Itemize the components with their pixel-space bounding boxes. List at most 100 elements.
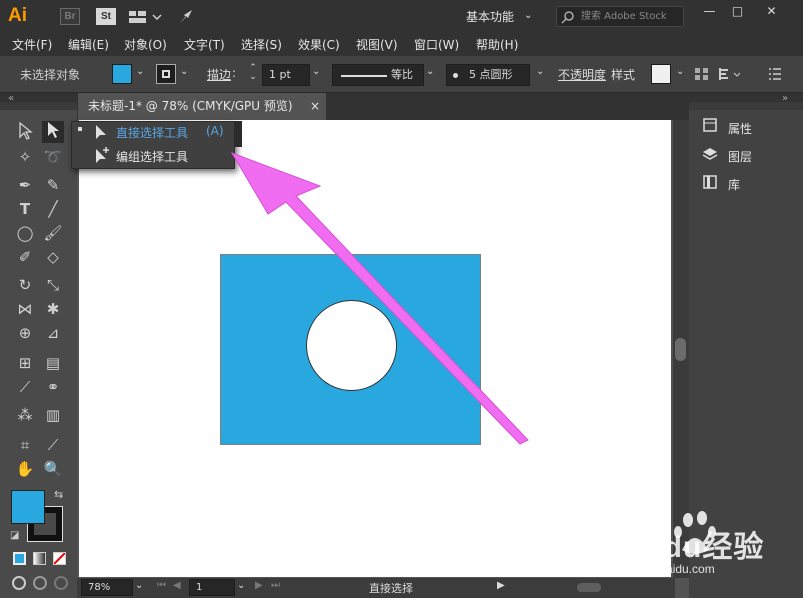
chevron-down-icon[interactable]: ⌄ — [135, 580, 143, 591]
menu-window[interactable]: 窗口(W) — [414, 36, 459, 53]
minimize-button[interactable]: — — [694, 3, 725, 19]
chevron-down-icon[interactable]: ⌄ — [536, 66, 544, 77]
brush-definition[interactable]: 5 点圆形 — [446, 64, 530, 86]
gradient-mode-icon[interactable] — [33, 552, 46, 565]
menu-edit[interactable]: 编辑(E) — [68, 36, 109, 53]
symbol-sprayer-icon[interactable]: ⁂ — [14, 404, 36, 426]
chevron-down-icon[interactable]: ⌄ — [524, 10, 532, 21]
bridge-button[interactable]: Br — [60, 8, 80, 25]
eyedropper-icon[interactable]: ⟋ — [14, 376, 36, 398]
panel-menu-icon[interactable] — [768, 66, 782, 82]
document-tab[interactable]: 未标题-1* @ 78% (CMYK/GPU 预览) × — [78, 93, 326, 120]
artboard-number-field[interactable]: 1 — [189, 579, 235, 596]
chevron-down-icon[interactable]: ⌄ — [180, 66, 188, 77]
chevron-down-icon[interactable]: ⌄ — [676, 66, 684, 77]
slice-tool-icon[interactable]: ⟋ — [42, 434, 64, 456]
selection-tool-icon[interactable] — [14, 121, 36, 144]
lasso-icon[interactable]: ➰ — [42, 146, 64, 168]
flyout-direct-selection[interactable]: 直接选择工具 — [116, 124, 188, 141]
maximize-button[interactable]: □ — [722, 3, 753, 19]
zoom-tool-icon[interactable]: 🔍 — [42, 458, 64, 480]
magic-wand-icon[interactable]: ✧ — [14, 146, 36, 168]
flyout-shortcut: (A) — [206, 124, 224, 138]
gpu-performance-icon[interactable] — [177, 7, 197, 27]
shaper-tool-icon[interactable]: ✐ — [14, 246, 36, 268]
properties-panel-tab[interactable]: 属性 — [728, 120, 752, 137]
draw-inside-icon[interactable] — [54, 576, 68, 590]
menu-file[interactable]: 文件(F) — [12, 36, 52, 53]
variable-width-profile[interactable]: 等比 — [332, 64, 424, 86]
workspace-switcher[interactable]: 基本功能 — [466, 8, 514, 25]
none-mode-icon[interactable] — [53, 552, 66, 565]
chevron-down-icon[interactable]: ⌄ — [312, 66, 320, 77]
type-tool-icon[interactable]: T — [14, 198, 36, 220]
close-tab-button[interactable]: × — [310, 93, 320, 120]
chevron-down-icon[interactable]: ⌄ — [426, 66, 434, 77]
close-window-button[interactable]: ✕ — [756, 3, 787, 19]
gradient-tool-icon[interactable]: ▤ — [42, 352, 64, 374]
menu-help[interactable]: 帮助(H) — [476, 36, 518, 53]
scrollbar-thumb[interactable] — [675, 338, 686, 361]
last-artboard-icon[interactable]: ⏭ — [271, 580, 280, 591]
document-tab-title: 未标题-1* @ 78% (CMYK/GPU 预览) — [88, 99, 293, 113]
graphic-style-swatch[interactable] — [651, 64, 671, 84]
opacity-label[interactable]: 不透明度 — [558, 66, 606, 83]
white-circle[interactable] — [306, 300, 397, 391]
scale-tool-icon[interactable]: ⤡ — [42, 274, 64, 296]
menu-view[interactable]: 视图(V) — [356, 36, 398, 53]
chevron-down-icon[interactable]: ⌄ — [136, 66, 144, 77]
perspective-grid-icon[interactable]: ⊿ — [42, 322, 64, 344]
menu-object[interactable]: 对象(O) — [124, 36, 167, 53]
menu-effect[interactable]: 效果(C) — [298, 36, 340, 53]
stroke-weight-input[interactable]: 1 pt — [262, 64, 310, 86]
artboard-tool-icon[interactable]: ⌗ — [14, 434, 36, 456]
libraries-icon[interactable] — [702, 174, 718, 190]
paintbrush-icon[interactable]: 🖌 — [42, 222, 64, 244]
menu-type[interactable]: 文字(T) — [184, 36, 225, 53]
draw-behind-icon[interactable] — [33, 576, 47, 590]
baidu-watermark: Baidu经验 jingyan.baidu.com — [612, 508, 803, 598]
chevron-down-icon[interactable]: ⌄ — [237, 580, 245, 591]
next-artboard-icon[interactable]: ▶ — [255, 580, 263, 591]
curvature-tool-icon[interactable]: ✎ — [42, 174, 64, 196]
style-label: 样式 — [611, 68, 636, 82]
draw-normal-icon[interactable] — [12, 576, 26, 590]
color-mode-icon[interactable] — [13, 552, 26, 565]
align-icon[interactable] — [694, 66, 710, 82]
puppet-warp-icon[interactable]: ✱ — [42, 298, 64, 320]
default-colors-icon[interactable]: ◪ — [10, 530, 19, 541]
swap-colors-icon[interactable]: ⇆ — [54, 488, 63, 501]
layers-panel-tab[interactable]: 图层 — [728, 148, 752, 165]
width-tool-icon[interactable]: ⋈ — [14, 298, 36, 320]
mesh-tool-icon[interactable]: ⊞ — [14, 352, 36, 374]
stroke-label[interactable]: 描边 — [207, 66, 231, 83]
zoom-field[interactable]: 78% — [81, 579, 133, 596]
stock-button[interactable]: St — [96, 8, 116, 25]
libraries-panel-tab[interactable]: 库 — [728, 176, 740, 193]
layers-icon[interactable] — [702, 146, 718, 162]
search-stock-input[interactable]: 搜索 Adobe Stock — [556, 6, 684, 27]
eraser-icon[interactable]: ◇ — [42, 246, 64, 268]
fill-color-swatch[interactable] — [112, 64, 132, 84]
graph-tool-icon[interactable]: ▥ — [42, 404, 64, 426]
ellipse-tool-icon[interactable]: ◯ — [14, 222, 36, 244]
stroke-color-swatch[interactable] — [156, 64, 176, 84]
transform-icon[interactable] — [718, 66, 742, 82]
direct-selection-tool-icon[interactable] — [42, 121, 64, 143]
menu-select[interactable]: 选择(S) — [241, 36, 282, 53]
pen-tool-icon[interactable]: ✒ — [14, 174, 36, 196]
line-tool-icon[interactable]: ╱ — [42, 198, 64, 220]
prev-artboard-icon[interactable]: ◀ — [173, 580, 181, 591]
properties-icon[interactable] — [702, 117, 718, 133]
blend-tool-icon[interactable]: ⚭ — [42, 376, 64, 398]
status-menu-icon[interactable]: ▶ — [497, 580, 505, 591]
rotate-tool-icon[interactable]: ↻ — [14, 274, 36, 296]
arrange-documents-icon[interactable] — [128, 9, 162, 25]
tearoff-handle[interactable] — [234, 121, 242, 147]
stroke-stepper-icon[interactable]: ⌃ ⌄ — [246, 64, 260, 84]
hand-tool-icon[interactable]: ✋ — [14, 458, 36, 480]
shape-builder-icon[interactable]: ⊕ — [14, 322, 36, 344]
horizontal-scrollbar-thumb[interactable] — [577, 583, 601, 592]
flyout-group-selection[interactable]: 编组选择工具 — [116, 148, 188, 165]
first-artboard-icon[interactable]: ⏮ — [157, 580, 166, 591]
